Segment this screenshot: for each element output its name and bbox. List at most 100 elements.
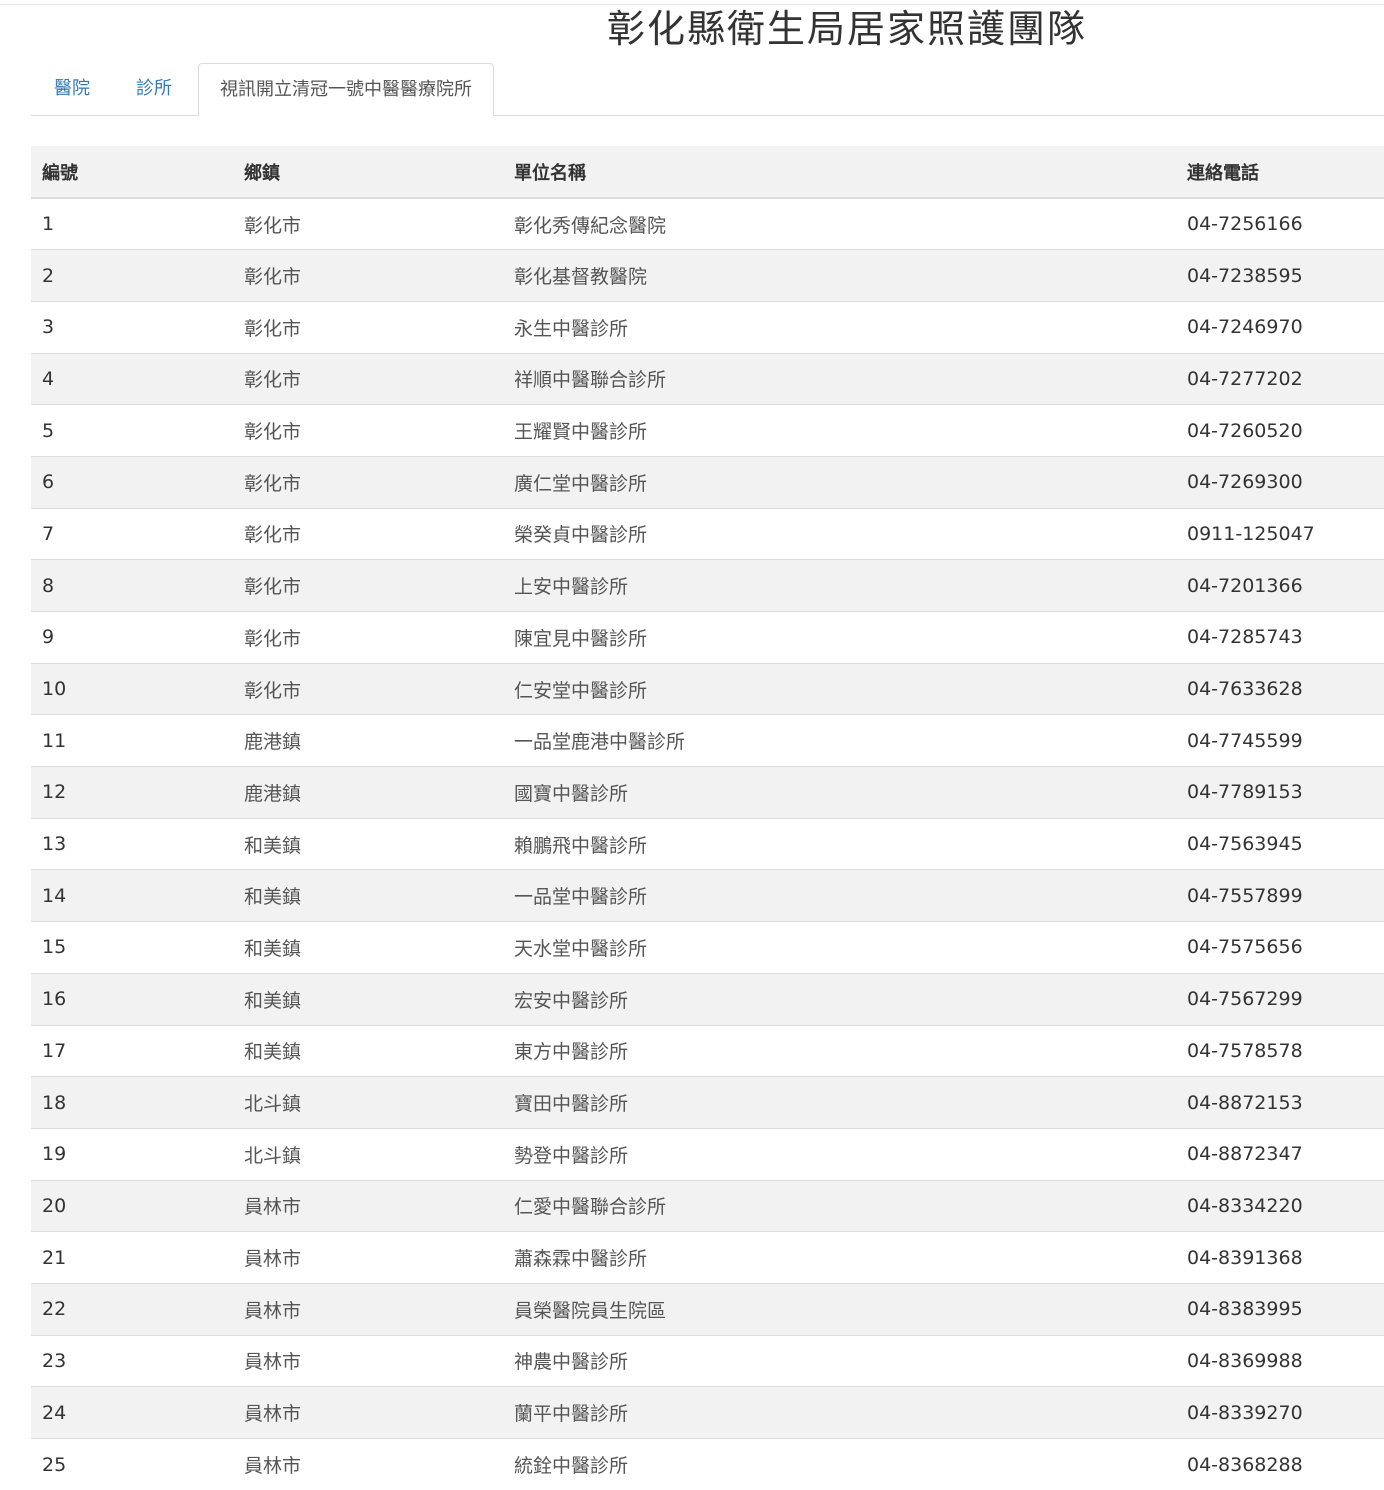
cell-township: 員林市 [233,1232,503,1284]
cell-township: 彰化市 [233,560,503,612]
cell-township: 員林市 [233,1335,503,1387]
cell-phone: 04-8369988 [1176,1335,1384,1387]
cell-number: 15 [31,922,233,974]
cell-phone: 04-8383995 [1176,1283,1384,1335]
cell-unit-name: 彰化基督教醫院 [503,250,1176,302]
cell-unit-name: 蕭森霖中醫診所 [503,1232,1176,1284]
cell-phone: 04-7277202 [1176,353,1384,405]
cell-phone: 04-7269300 [1176,456,1384,508]
cell-phone: 04-7567299 [1176,973,1384,1025]
cell-unit-name: 彰化秀傳紀念醫院 [503,198,1176,250]
cell-township: 和美鎮 [233,870,503,922]
cell-number: 13 [31,818,233,870]
cell-phone: 04-8368288 [1176,1439,1384,1490]
cell-unit-name: 宏安中醫診所 [503,973,1176,1025]
cell-phone: 04-8872347 [1176,1128,1384,1180]
cell-number: 4 [31,353,233,405]
cell-number: 14 [31,870,233,922]
cell-township: 和美鎮 [233,973,503,1025]
cell-unit-name: 廣仁堂中醫診所 [503,456,1176,508]
table-row: 23員林市神農中醫診所04-8369988 [31,1335,1384,1387]
cell-township: 和美鎮 [233,922,503,974]
cell-unit-name: 一品堂中醫診所 [503,870,1176,922]
cell-unit-name: 陳宜見中醫診所 [503,612,1176,664]
cell-phone: 04-7578578 [1176,1025,1384,1077]
cell-number: 6 [31,456,233,508]
cell-township: 北斗鎮 [233,1128,503,1180]
cell-township: 北斗鎮 [233,1077,503,1129]
cell-number: 7 [31,508,233,560]
clinic-table: 編號 鄉鎮 單位名稱 連絡電話 1彰化市彰化秀傳紀念醫院04-72561662彰… [31,146,1384,1490]
cell-township: 彰化市 [233,612,503,664]
cell-township: 員林市 [233,1439,503,1490]
cell-township: 和美鎮 [233,818,503,870]
cell-phone: 04-8872153 [1176,1077,1384,1129]
cell-unit-name: 蘭平中醫診所 [503,1387,1176,1439]
cell-number: 23 [31,1335,233,1387]
table-row: 12鹿港鎮國寶中醫診所04-7789153 [31,767,1384,819]
table-row: 15和美鎮天水堂中醫診所04-7575656 [31,922,1384,974]
cell-township: 彰化市 [233,663,503,715]
table-row: 21員林市蕭森霖中醫診所04-8391368 [31,1232,1384,1284]
table-row: 8彰化市上安中醫診所04-7201366 [31,560,1384,612]
tab-hospital[interactable]: 醫院 [54,63,90,115]
table-body: 1彰化市彰化秀傳紀念醫院04-72561662彰化市彰化基督教醫院04-7238… [31,198,1384,1490]
tab-video-chinese-medicine[interactable]: 視訊開立清冠一號中醫醫療院所 [198,63,494,116]
table-row: 25員林市統銓中醫診所04-8368288 [31,1439,1384,1490]
cell-number: 2 [31,250,233,302]
cell-unit-name: 統銓中醫診所 [503,1439,1176,1490]
table-row: 7彰化市榮癸貞中醫診所0911-125047 [31,508,1384,560]
header-township: 鄉鎮 [233,146,503,198]
table-row: 24員林市蘭平中醫診所04-8339270 [31,1387,1384,1439]
cell-unit-name: 神農中醫診所 [503,1335,1176,1387]
cell-number: 20 [31,1180,233,1232]
table-row: 19北斗鎮勢登中醫診所04-8872347 [31,1128,1384,1180]
cell-number: 9 [31,612,233,664]
cell-unit-name: 王耀賢中醫診所 [503,405,1176,457]
header-unit-name: 單位名稱 [503,146,1176,198]
tab-clinic[interactable]: 診所 [136,63,172,115]
tab-bar: 醫院 診所 視訊開立清冠一號中醫醫療院所 [31,63,1384,116]
top-divider [0,4,1384,5]
cell-township: 鹿港鎮 [233,767,503,819]
cell-township: 鹿港鎮 [233,715,503,767]
table-row: 11鹿港鎮一品堂鹿港中醫診所04-7745599 [31,715,1384,767]
cell-township: 彰化市 [233,508,503,560]
cell-phone: 0911-125047 [1176,508,1384,560]
cell-phone: 04-8339270 [1176,1387,1384,1439]
table-row: 20員林市仁愛中醫聯合診所04-8334220 [31,1180,1384,1232]
cell-township: 彰化市 [233,301,503,353]
table-row: 17和美鎮東方中醫診所04-7578578 [31,1025,1384,1077]
cell-unit-name: 祥順中醫聯合診所 [503,353,1176,405]
cell-phone: 04-7563945 [1176,818,1384,870]
cell-unit-name: 天水堂中醫診所 [503,922,1176,974]
cell-phone: 04-7238595 [1176,250,1384,302]
cell-number: 24 [31,1387,233,1439]
table-row: 18北斗鎮寶田中醫診所04-8872153 [31,1077,1384,1129]
cell-unit-name: 仁安堂中醫診所 [503,663,1176,715]
cell-number: 19 [31,1128,233,1180]
cell-unit-name: 一品堂鹿港中醫診所 [503,715,1176,767]
cell-township: 彰化市 [233,250,503,302]
cell-number: 3 [31,301,233,353]
header-phone: 連絡電話 [1176,146,1384,198]
table-row: 1彰化市彰化秀傳紀念醫院04-7256166 [31,198,1384,250]
cell-phone: 04-7246970 [1176,301,1384,353]
table-row: 2彰化市彰化基督教醫院04-7238595 [31,250,1384,302]
cell-phone: 04-7745599 [1176,715,1384,767]
cell-phone: 04-7789153 [1176,767,1384,819]
cell-phone: 04-7256166 [1176,198,1384,250]
cell-number: 18 [31,1077,233,1129]
cell-phone: 04-7557899 [1176,870,1384,922]
cell-township: 彰化市 [233,353,503,405]
cell-unit-name: 永生中醫診所 [503,301,1176,353]
table-row: 22員林市員榮醫院員生院區04-8383995 [31,1283,1384,1335]
cell-phone: 04-7575656 [1176,922,1384,974]
cell-township: 彰化市 [233,198,503,250]
table-row: 3彰化市永生中醫診所04-7246970 [31,301,1384,353]
page-title: 彰化縣衛生局居家照護團隊 [607,6,1087,52]
cell-number: 1 [31,198,233,250]
cell-township: 員林市 [233,1387,503,1439]
cell-unit-name: 榮癸貞中醫診所 [503,508,1176,560]
cell-township: 員林市 [233,1180,503,1232]
